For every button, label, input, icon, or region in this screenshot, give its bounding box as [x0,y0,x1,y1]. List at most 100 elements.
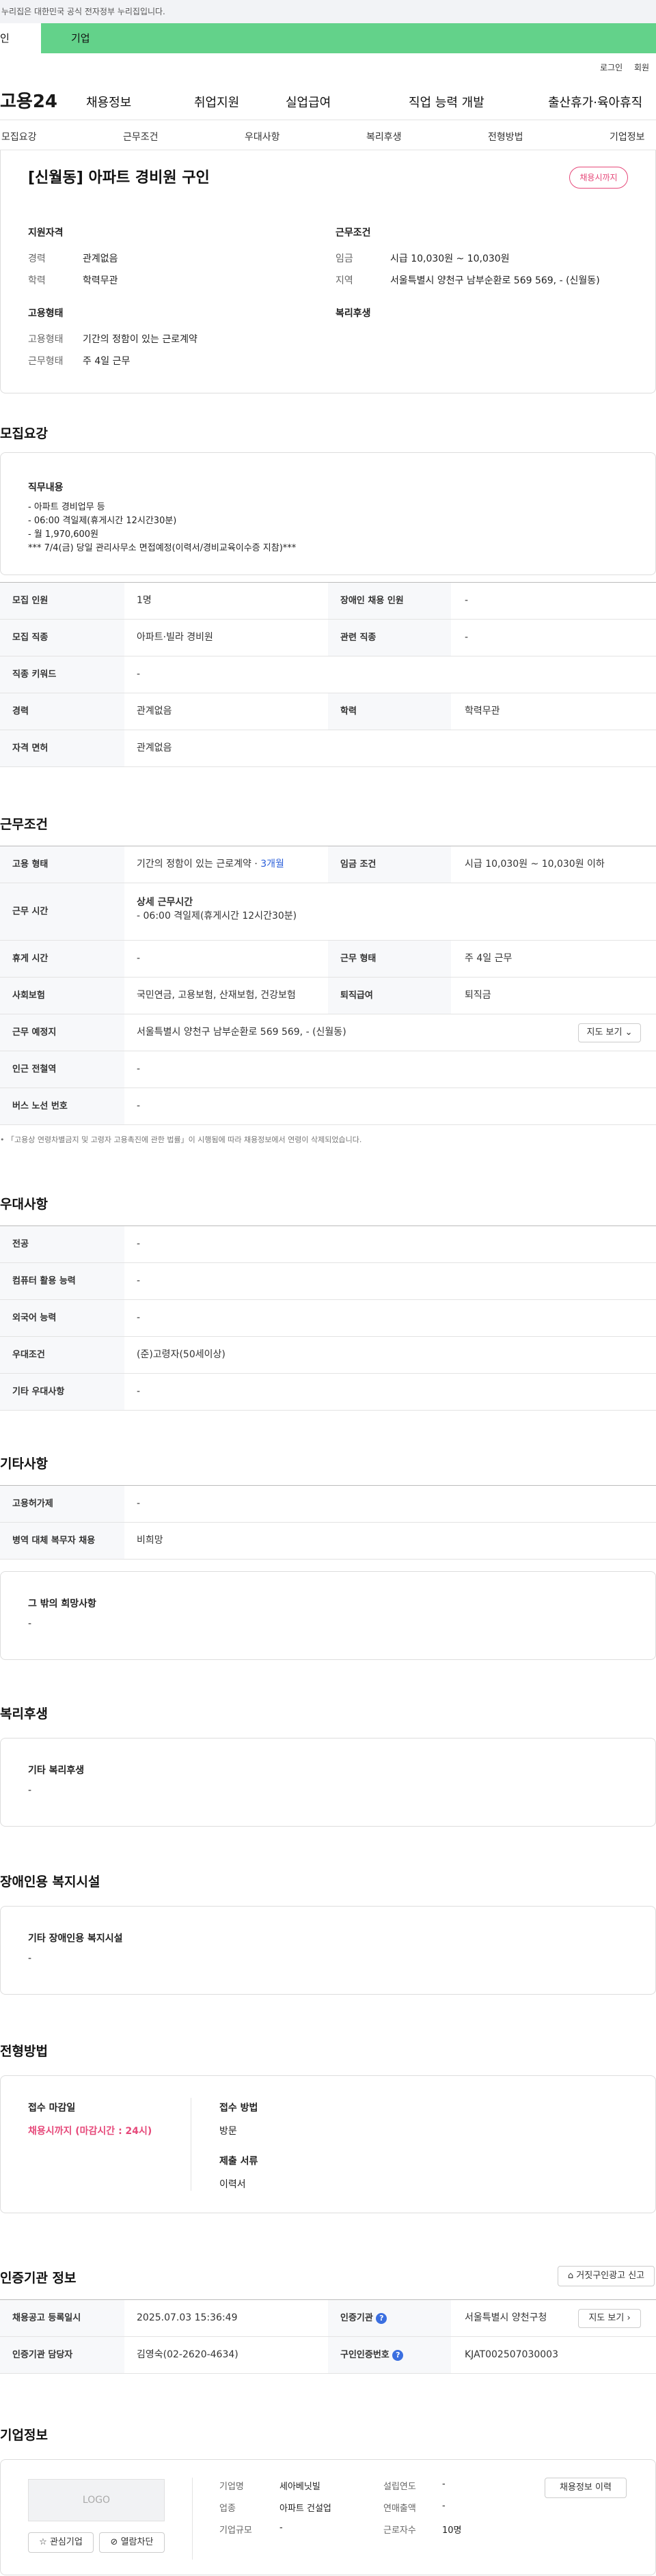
table-row: 채용공고 등록일시 2025.07.03 15:36:49 인증기관 ? 서울특별… [0,2300,656,2337]
row-key: 인증기관 담당자 [0,2337,124,2373]
row-value: 김영숙(02-2620-4634) [137,2349,238,2360]
method-value: 방문 [219,2126,237,2137]
block-company-button[interactable]: ⊘ 열람차단 [99,2532,165,2553]
row-value: 시급 10,030원 ~ 10,030원 이하 [465,859,605,870]
disability-card-heading: 기타 장애인용 복지시설 [28,1933,123,1944]
gnb-unemployment-benefit[interactable]: 실업급여 [286,93,331,111]
emptype-value: 기간의 정함이 있는 근로계약 [83,334,197,345]
size-value: - [279,2523,283,2533]
row-value: 퇴직금 [465,990,491,1001]
table-row: 컴퓨터 활용 능력 - [0,1263,656,1300]
duty-line: *** 7/4(금) 당일 관리사무소 면접예정(이력서/경비교육이수증 지참)… [28,543,297,553]
duty-line: - 월 1,970,600원 [28,529,99,540]
cert-map-button[interactable]: 지도 보기 › [578,2309,641,2328]
gnb-employment-support[interactable]: 취업지원 [194,93,239,111]
job-history-button[interactable]: 채용정보 이력 [545,2478,627,2498]
top-tab-bar: 인 기업 [0,23,656,53]
subnav-selection[interactable]: 전형방법 [488,130,523,143]
row-key: 구인인증번호 ? [328,2337,451,2373]
disability-section-title: 장애인용 복지시설 [0,1874,100,1889]
duty-heading: 직무내용 [28,482,64,493]
company-divider [192,2478,193,2560]
row-key: 컴퓨터 활용 능력 [0,1263,124,1299]
table-row: 근무 시간 상세 근무시간 - 06:00 격일제(휴게시간 12시간30분) [0,883,656,941]
subnav-welfare[interactable]: 복리후생 [366,130,402,143]
company-name-value: 세아베닛빌 [279,2482,320,2492]
row-key: 장애인 채용 인원 [328,583,451,619]
method-heading: 접수 방법 [219,2103,258,2114]
tab-individual[interactable]: 인 [0,23,41,53]
size-label: 기업규모 [219,2525,252,2536]
age-footnote: • 「고용상 연령차별금지 및 고령자 고용촉진에 관한 법률」이 시행됨에 따… [0,1134,361,1145]
row-value: - [137,1275,141,1286]
other-wishes-value: - [28,1618,32,1629]
row-value: - [137,953,141,964]
row-key: 고용허가제 [0,1486,124,1522]
company-section-title: 기업정보 [0,2428,48,2443]
welfare-heading: 복리후생 [336,308,371,319]
duty-line: - 06:00 격일제(휴게시간 12시간30분) [28,516,177,526]
site-logo[interactable]: 고용24 [0,87,57,113]
career-label: 경력 [28,253,46,264]
table-row: 휴게 시간 - 근무 형태 주 4일 근무 [0,941,656,978]
table-row: 기타 우대사항 - [0,1374,656,1411]
deadline-value: 채용시까지 (마감시간 : 24시) [28,2126,152,2137]
login-link[interactable]: 로그인 [600,61,623,73]
row-key: 외국어 능력 [0,1300,124,1336]
prefer-section-title: 우대사항 [0,1197,48,1212]
subnav-recruit[interactable]: 모집요강 [1,130,37,143]
info-icon[interactable]: ? [376,2312,387,2324]
subnav-company[interactable]: 기업정보 [610,130,645,143]
contract-period-link[interactable]: 3개월 [260,859,284,870]
gnb-jobs[interactable]: 채용정보 [86,93,131,111]
cert-section-title: 인증기관 정보 [0,2271,77,2286]
subnav-prefer[interactable]: 우대사항 [245,130,280,143]
row-key: 퇴직급여 [328,978,451,1014]
subnav-conditions[interactable]: 근무조건 [123,130,159,143]
row-key: 학력 [328,693,451,730]
favorite-company-button[interactable]: ☆ 관심기업 [28,2532,94,2553]
region-label: 지역 [336,275,353,286]
row-key: 인근 전철역 [0,1051,124,1088]
wage-label: 임금 [336,253,353,264]
employees-label: 근로자수 [383,2525,416,2536]
report-ad-label: 거짓구인광고 신고 [576,2271,645,2281]
block-company-label: 열람차단 [120,2537,154,2547]
row-key: 인증기관 ? [328,2300,451,2336]
main-nav: 고용24 채용정보 취업지원 실업급여 직업 능력 개발 출산휴가·육아휴직 [0,78,656,120]
gnb-parental-leave[interactable]: 출산휴가·육아휴직 [548,93,642,111]
industry-label: 업종 [219,2504,236,2514]
qual-heading: 지원자격 [28,227,64,238]
info-icon[interactable]: ? [392,2349,404,2361]
welfare-card-heading: 기타 복리후생 [28,1765,85,1776]
tab-company[interactable]: 기업 [71,23,90,53]
row-value: - [137,1238,141,1249]
gnb-skills[interactable]: 직업 능력 개발 [409,93,484,111]
disability-card-value: - [28,1953,32,1964]
row-value: 서울특별시 양천구 남부순환로 569 569, - (신월동) [137,1027,346,1038]
row-value: - [137,669,141,680]
welfare-section-title: 복리후생 [0,1706,48,1721]
row-key: 병역 대체 복무자 채용 [0,1523,124,1559]
other-wishes-heading: 그 밖의 희망사항 [28,1598,96,1609]
founded-value: - [442,2479,446,2489]
docs-value: 이력서 [219,2179,246,2190]
report-ad-button[interactable]: ⌂ 거짓구인광고 신고 [558,2266,655,2286]
table-row: 전공 - [0,1226,656,1263]
row-key: 모집 인원 [0,583,124,619]
table-row: 직종 키워드 - [0,656,656,693]
row-key: 관련 직종 [328,620,451,656]
worktime-heading: 상세 근무시간 [137,897,193,908]
gov-notice-bar: 누리집은 대한민국 공식 전자정부 누리집입니다. [0,0,656,23]
etc-section-title: 기타사항 [0,1456,48,1471]
gov-notice-text: 누리집은 대한민국 공식 전자정부 누리집입니다. [1,7,165,16]
row-value: 2025.07.03 15:36:49 [137,2312,238,2323]
page-content: [신월동] 아파트 경비원 구인 채용시까지 지원자격 경력 관계없음 학력 학… [0,150,656,2576]
join-link[interactable]: 회원 [634,61,649,73]
map-view-button[interactable]: 지도 보기 ⌄ [578,1023,641,1042]
block-icon: ⊘ [110,2537,118,2547]
row-key: 휴게 시간 [0,941,124,977]
company-name-label: 기업명 [219,2482,244,2492]
table-row: 병역 대체 복무자 채용 비희망 [0,1523,656,1560]
row-value: 아파트·빌라 경비원 [137,632,213,643]
